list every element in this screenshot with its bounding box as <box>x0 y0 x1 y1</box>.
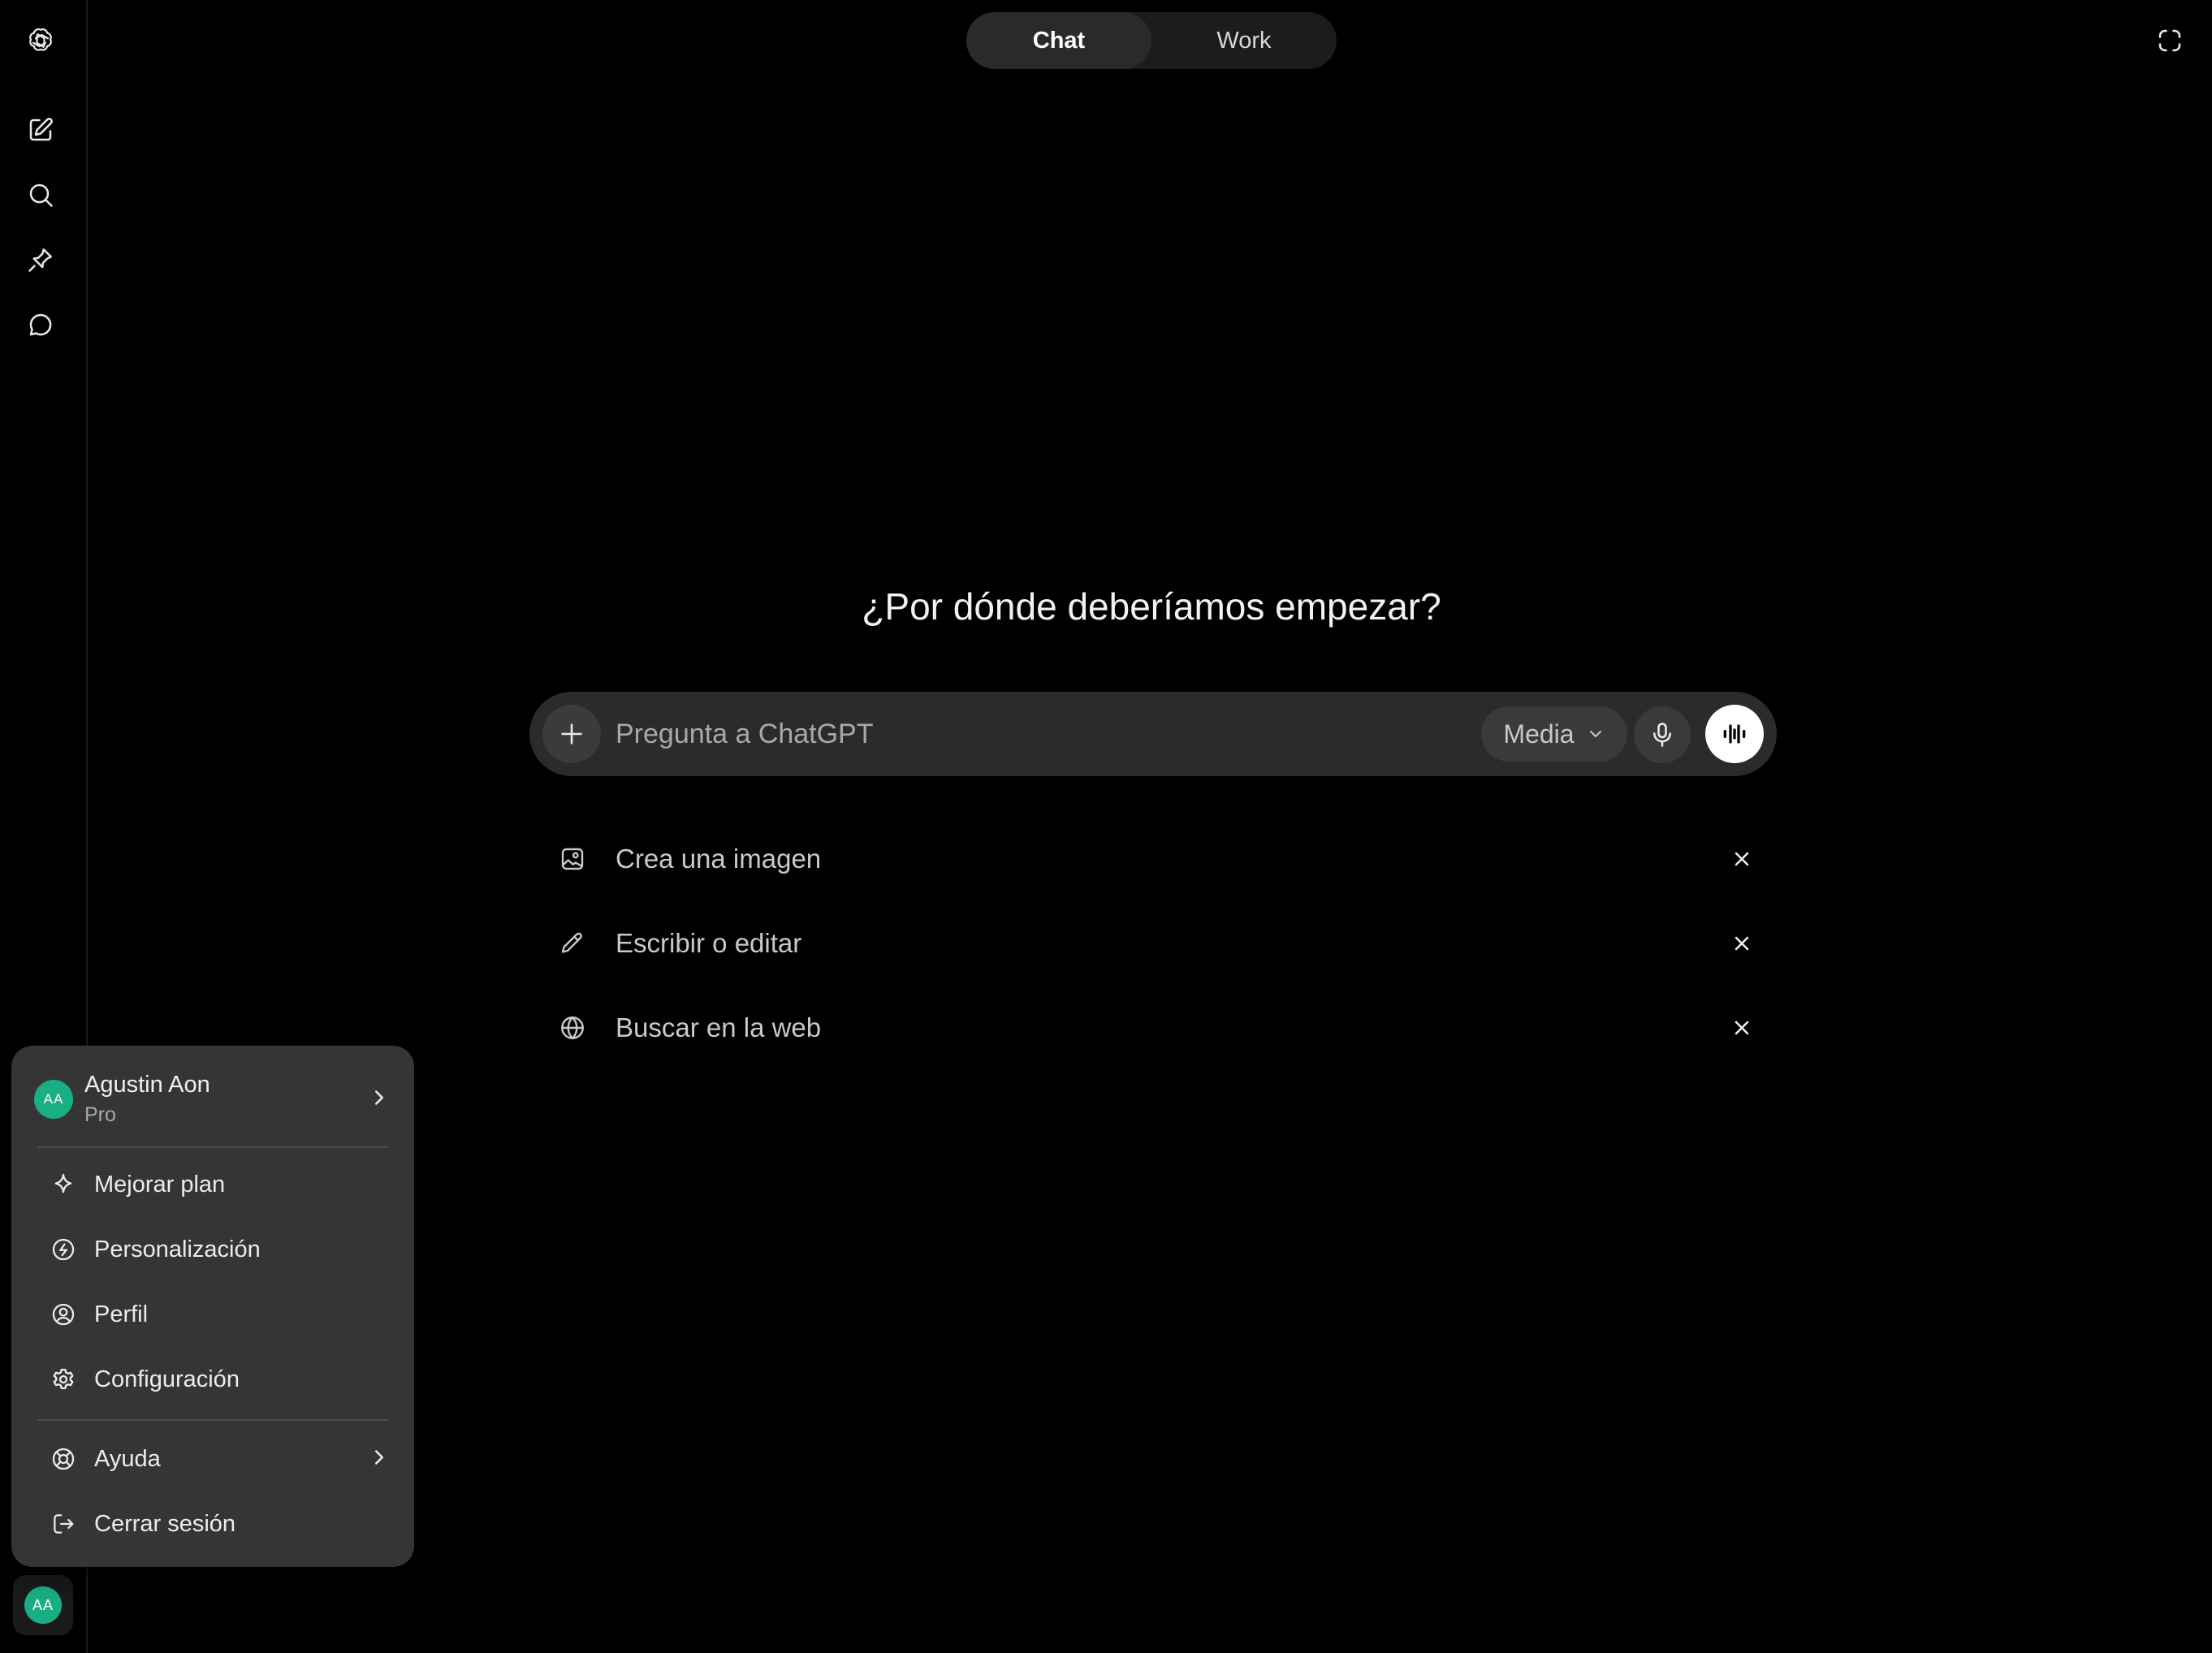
waveform-icon <box>1723 724 1746 744</box>
chat-bubble-icon[interactable] <box>18 302 63 347</box>
suggestion-write-edit[interactable]: Escribir o editar <box>552 911 1762 976</box>
voice-mode-button[interactable] <box>1705 705 1764 763</box>
logout-icon <box>49 1509 78 1539</box>
search-icon[interactable] <box>18 172 63 218</box>
prompt-input[interactable] <box>614 710 1426 758</box>
avatar: AA <box>24 1586 62 1624</box>
menu-item-label: Configuración <box>94 1366 240 1392</box>
suggestion-create-image[interactable]: Crea una imagen <box>552 826 1762 891</box>
account-menu: AA Agustin Aon Pro Mejorar plan Personal… <box>11 1046 414 1567</box>
tab-chat[interactable]: Chat <box>966 12 1151 69</box>
menu-item-logout[interactable]: Cerrar sesión <box>23 1494 403 1554</box>
user-name: Agustin Aon <box>84 1072 210 1098</box>
composer: Media <box>529 692 1777 776</box>
page-title: ¿Por dónde deberíamos empezar? <box>862 585 1441 628</box>
chatgpt-logo-icon[interactable] <box>18 18 63 63</box>
account-button[interactable]: AA <box>13 1575 73 1635</box>
account-switcher[interactable]: AA Agustin Aon Pro <box>23 1059 403 1140</box>
menu-item-help[interactable]: Ayuda <box>23 1429 403 1489</box>
menu-item-label: Ayuda <box>94 1445 161 1472</box>
avatar-initials: AA <box>43 1091 64 1107</box>
close-icon <box>1735 936 1749 951</box>
sparkle-icon <box>49 1170 78 1199</box>
menu-item-upgrade-plan[interactable]: Mejorar plan <box>23 1155 403 1215</box>
dismiss-suggestion-button[interactable] <box>1722 839 1762 879</box>
menu-item-settings[interactable]: Configuración <box>23 1349 403 1409</box>
dictate-button[interactable] <box>1634 706 1691 763</box>
tab-work[interactable]: Work <box>1151 12 1337 69</box>
tab-chat-label: Chat <box>1032 27 1086 54</box>
dismiss-suggestion-button[interactable] <box>1722 923 1762 964</box>
avatar: AA <box>34 1080 73 1119</box>
suggestion-label: Buscar en la web <box>616 1012 822 1042</box>
user-info: Agustin Aon Pro <box>84 1072 367 1127</box>
pin-icon[interactable] <box>18 237 63 283</box>
user-plan: Pro <box>84 1103 116 1126</box>
profile-icon <box>49 1300 78 1329</box>
menu-item-personalization[interactable]: Personalización <box>23 1219 403 1280</box>
pencil-icon <box>552 923 593 964</box>
menu-item-label: Mejorar plan <box>94 1171 226 1198</box>
gear-icon <box>49 1365 78 1394</box>
personalization-icon <box>49 1235 78 1264</box>
chevron-right-icon <box>367 1085 403 1114</box>
menu-divider <box>37 1419 388 1421</box>
suggestion-label: Escribir o editar <box>616 928 802 958</box>
plus-icon <box>561 723 582 744</box>
tab-work-label: Work <box>1216 27 1272 54</box>
menu-item-label: Personalización <box>94 1236 261 1262</box>
model-selector-label: Media <box>1503 719 1575 749</box>
dismiss-suggestion-button[interactable] <box>1722 1008 1762 1048</box>
chevron-down-icon <box>1589 731 1601 737</box>
suggestion-label: Crea una imagen <box>616 844 822 874</box>
dashed-circle-icon <box>2158 29 2181 52</box>
suggestion-web-search[interactable]: Buscar en la web <box>552 995 1762 1060</box>
temporary-chat-button[interactable] <box>2147 18 2193 63</box>
avatar-initials: AA <box>32 1596 54 1613</box>
globe-icon <box>552 1008 593 1048</box>
close-icon <box>1735 852 1749 866</box>
image-icon <box>552 839 593 879</box>
new-chat-icon[interactable] <box>18 107 63 153</box>
menu-item-label: Cerrar sesión <box>94 1510 236 1537</box>
close-icon <box>1735 1021 1749 1035</box>
microphone-icon <box>1653 723 1672 747</box>
mode-toggle: Chat Work <box>966 12 1337 69</box>
chevron-right-icon <box>367 1445 403 1474</box>
lifebuoy-icon <box>49 1444 78 1474</box>
menu-item-profile[interactable]: Perfil <box>23 1284 403 1344</box>
add-attachment-button[interactable] <box>542 705 601 763</box>
menu-divider <box>37 1146 388 1148</box>
model-selector[interactable]: Media <box>1481 706 1627 762</box>
menu-item-label: Perfil <box>94 1301 149 1327</box>
